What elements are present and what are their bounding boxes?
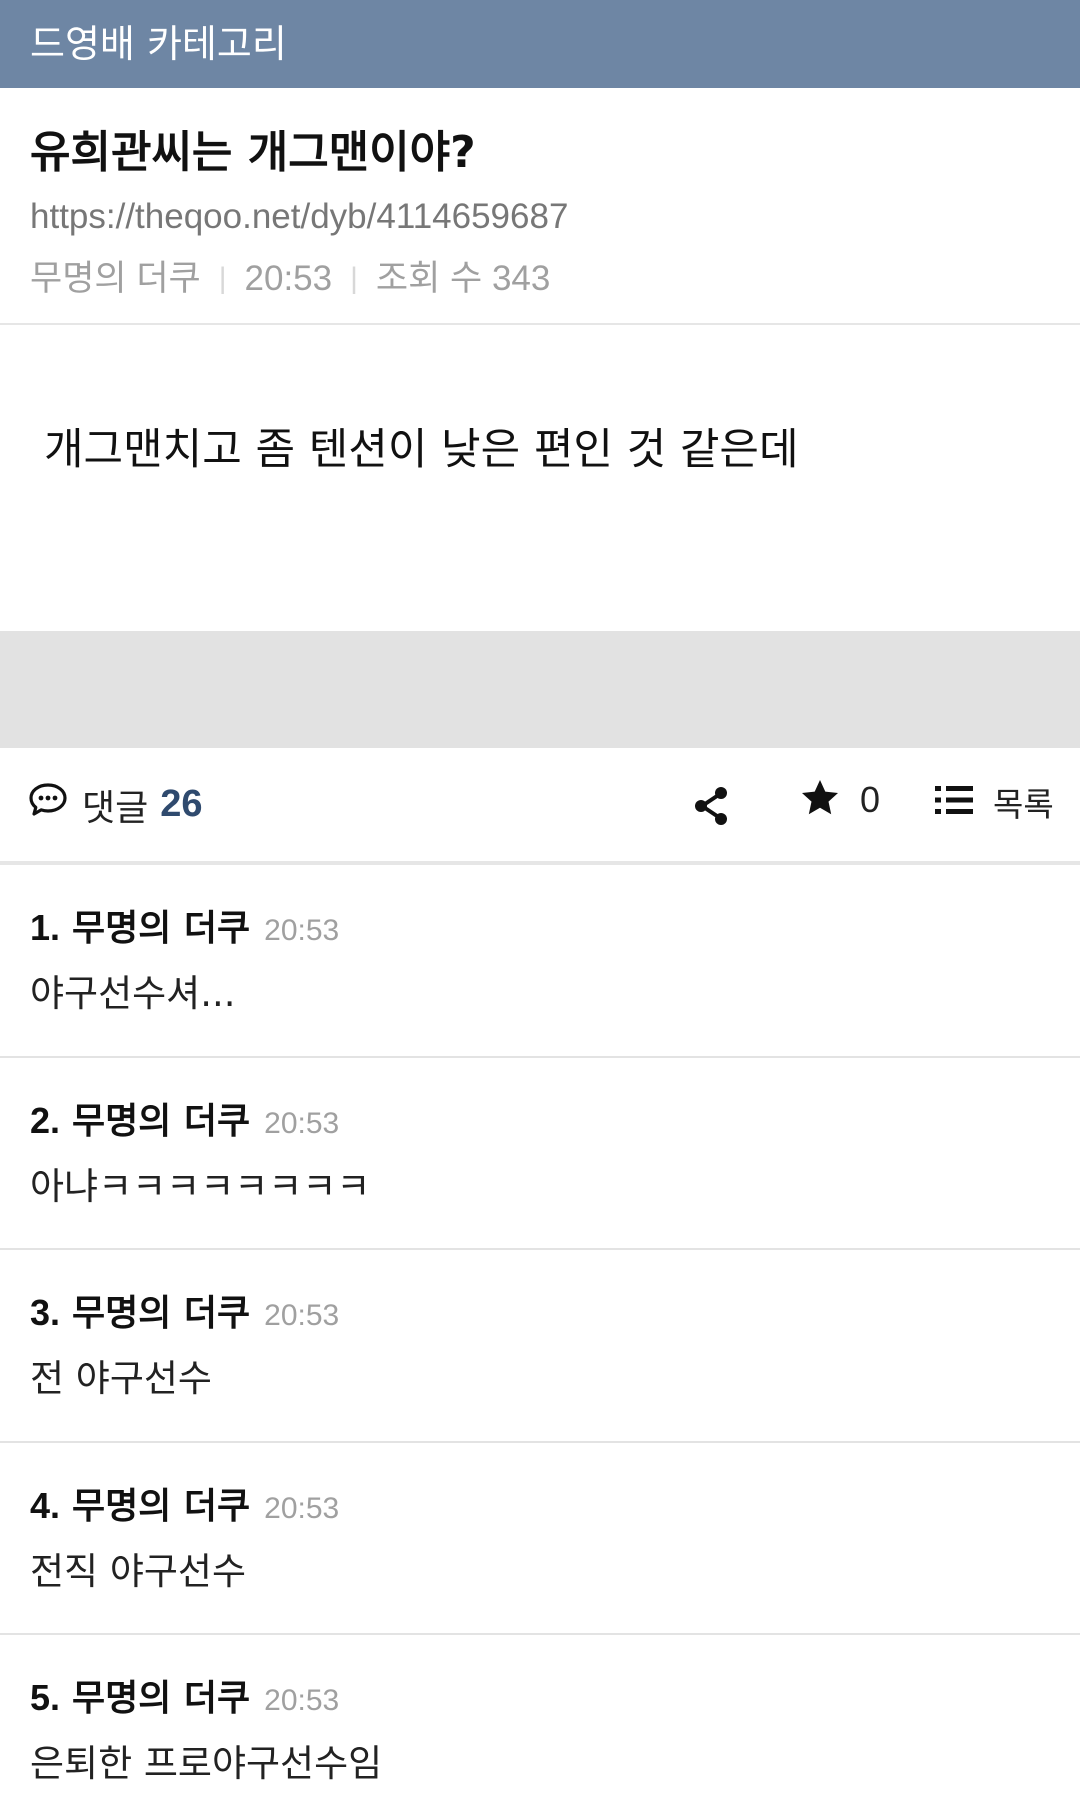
post-time: 20:53: [244, 259, 333, 298]
comment-item[interactable]: 5. 무명의 더쿠 20:53 은퇴한 프로야구선수임: [0, 1635, 1080, 1813]
comment-item[interactable]: 1. 무명의 더쿠 20:53 야구선수셔...: [0, 865, 1080, 1058]
comment-text: 전 야구선수: [30, 1357, 212, 1400]
comment-item[interactable]: 3. 무명의 더쿠 20:53 전 야구선수: [0, 1250, 1080, 1443]
post-author: 무명의 더쿠: [30, 259, 201, 298]
comment-author: 무명의 더쿠: [72, 1293, 251, 1334]
star-button[interactable]: 0: [800, 778, 880, 822]
comment-text: 전직 야구선수: [30, 1549, 247, 1593]
category-label[interactable]: 드영배 카테고리: [30, 22, 287, 66]
comment-number: 1.: [30, 907, 61, 948]
comment-count: 26: [160, 783, 203, 825]
comment-time: 20:53: [264, 914, 340, 947]
post-views: 조회 수 343: [375, 259, 551, 298]
comment-time: 20:53: [264, 1299, 340, 1332]
comment-number: 4.: [30, 1484, 61, 1526]
post-body: 개그맨치고 좀 텐션이 낮은 편인 것 같은데: [0, 325, 1080, 631]
comment-label: 댓글: [82, 787, 149, 829]
meta-divider: |: [218, 262, 227, 295]
comment-number: 2.: [30, 1099, 61, 1141]
comment-item[interactable]: 2. 무명의 더쿠 20:53 아냐ㅋㅋㅋㅋㅋㅋㅋㅋ: [0, 1058, 1080, 1250]
meta-divider: |: [350, 262, 358, 295]
comment-header: 1. 무명의 더쿠 20:53: [30, 895, 1050, 961]
post-url[interactable]: https://theqoo.net/dyb/4114659687: [30, 188, 1050, 246]
comment-author: 무명의 더쿠: [72, 1100, 251, 1142]
comment-count-button[interactable]: 댓글 26: [28, 779, 203, 831]
comment-author: 무명의 더쿠: [72, 1678, 251, 1719]
list-icon: [935, 784, 973, 820]
comment-text: 아냐ㅋㅋㅋㅋㅋㅋㅋㅋ: [30, 1164, 371, 1208]
post-header: 유희관씨는 개그맨이야? https://theqoo.net/dyb/4114…: [0, 88, 1080, 325]
comment-number: 5.: [30, 1677, 61, 1718]
share-icon: [690, 787, 734, 832]
content-divider-band: [0, 631, 1080, 748]
comment-time: 20:53: [264, 1491, 340, 1525]
star-icon: [800, 778, 840, 822]
post-meta: 무명의 더쿠 | 20:53 | 조회 수 343: [30, 246, 1050, 312]
comment-icon: [28, 782, 68, 827]
comment-time: 20:53: [264, 1684, 340, 1717]
action-bar: 댓글 26 0 목록: [0, 748, 1080, 865]
share-button[interactable]: [690, 784, 734, 828]
star-count: 0: [860, 779, 881, 820]
list-button[interactable]: 목록: [935, 778, 1054, 826]
category-bar[interactable]: 드영배 카테고리: [0, 0, 1080, 88]
comment-header: 5. 무명의 더쿠 20:53: [30, 1665, 1050, 1731]
comment-text: 야구선수셔...: [30, 972, 236, 1015]
comment-header: 3. 무명의 더쿠 20:53: [30, 1280, 1050, 1346]
comment-author: 무명의 더쿠: [72, 908, 251, 949]
comment-number: 3.: [30, 1292, 61, 1333]
comment-list: 1. 무명의 더쿠 20:53 야구선수셔... 2. 무명의 더쿠 20:53…: [0, 865, 1080, 1813]
comment-item[interactable]: 4. 무명의 더쿠 20:53 전직 야구선수: [0, 1443, 1080, 1635]
comment-header: 4. 무명의 더쿠 20:53: [30, 1473, 1050, 1539]
comment-author: 무명의 더쿠: [72, 1485, 251, 1527]
comment-text: 은퇴한 프로야구선수임: [30, 1742, 383, 1785]
post-title: 유희관씨는 개그맨이야?: [30, 127, 476, 178]
comment-time: 20:53: [264, 1106, 340, 1140]
list-label: 목록: [993, 785, 1054, 824]
post-body-text: 개그맨치고 좀 텐션이 낮은 편인 것 같은데: [44, 425, 799, 475]
comment-header: 2. 무명의 더쿠 20:53: [30, 1088, 1050, 1154]
